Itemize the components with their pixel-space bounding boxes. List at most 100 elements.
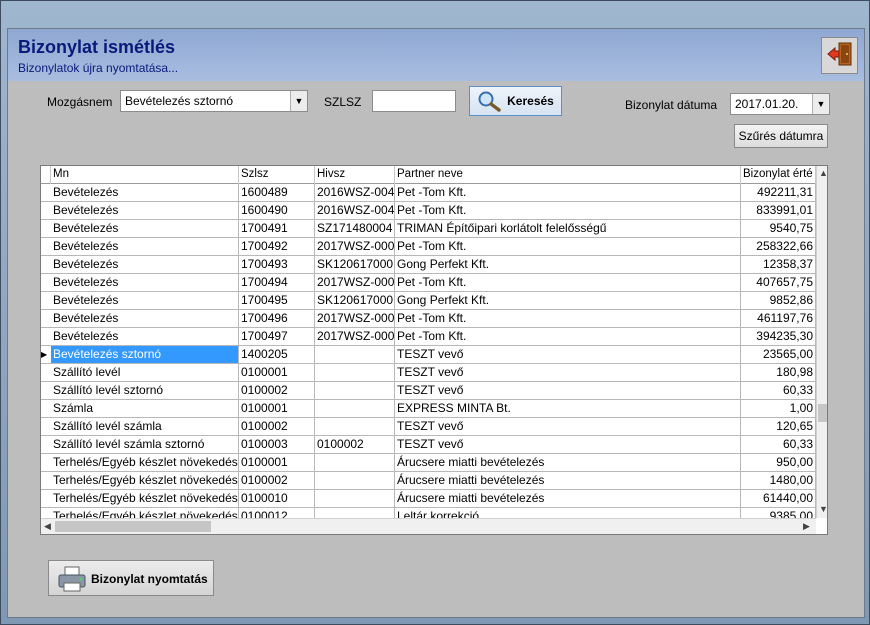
- cell-szlsz[interactable]: 1700495: [239, 292, 315, 309]
- cell-hivsz[interactable]: [315, 508, 395, 518]
- table-row[interactable]: Bevételezés 1600489 2016WSZ-004 Pet -Tom Kf…: [41, 184, 816, 202]
- cell-hivsz[interactable]: 2017WSZ-000: [315, 328, 395, 345]
- table-row[interactable]: Terhelés/Egyéb készlet növekedés 0100012 L…: [41, 508, 816, 518]
- cell-ertek[interactable]: 1480,00: [741, 472, 816, 489]
- cell-hivsz[interactable]: 2017WSZ-000: [315, 310, 395, 327]
- mozgasnem-select[interactable]: Bevételezés sztornó ▼: [120, 90, 308, 112]
- table-row[interactable]: Terhelés/Egyéb készlet növekedés 0100002 Á…: [41, 472, 816, 490]
- horizontal-scroll-thumb[interactable]: [55, 521, 211, 532]
- column-header-ertek[interactable]: Bizonylat érté: [741, 166, 816, 184]
- cell-szlsz[interactable]: 1600490: [239, 202, 315, 219]
- table-row[interactable]: Terhelés/Egyéb készlet növekedés 0100001 Á…: [41, 454, 816, 472]
- scroll-left-icon[interactable]: ◀: [44, 521, 51, 532]
- table-row[interactable]: Bevételezés 1700493 SK120617000 Gong Perfek…: [41, 256, 816, 274]
- print-button[interactable]: Bizonylat nyomtatás: [48, 560, 214, 596]
- cell-szlsz[interactable]: 1700491: [239, 220, 315, 237]
- cell-hivsz[interactable]: [315, 364, 395, 381]
- documents-grid[interactable]: Mn Szlsz Hivsz Partner neve Bizonylat ér…: [40, 165, 828, 535]
- cell-ertek[interactable]: 9540,75: [741, 220, 816, 237]
- cell-ertek[interactable]: 950,00: [741, 454, 816, 471]
- table-row[interactable]: Bevételezés 1700495 SK120617000 Gong Perfek…: [41, 292, 816, 310]
- cell-szlsz[interactable]: 0100001: [239, 400, 315, 417]
- cell-hivsz[interactable]: 2017WSZ-000: [315, 238, 395, 255]
- cell-mn[interactable]: Terhelés/Egyéb készlet növekedés: [51, 454, 239, 471]
- cell-mn[interactable]: Bevételezés: [51, 256, 239, 273]
- cell-szlsz[interactable]: 1700496: [239, 310, 315, 327]
- table-row[interactable]: Bevételezés 1600490 2016WSZ-004 Pet -Tom Kf…: [41, 202, 816, 220]
- cell-partner[interactable]: Pet -Tom Kft.: [395, 310, 741, 327]
- exit-button[interactable]: [821, 37, 858, 74]
- cell-hivsz[interactable]: [315, 454, 395, 471]
- cell-szlsz[interactable]: 0100002: [239, 472, 315, 489]
- cell-partner[interactable]: TESZT vevő: [395, 382, 741, 399]
- cell-partner[interactable]: Leltár korrekció: [395, 508, 741, 518]
- cell-hivsz[interactable]: SK120617000: [315, 256, 395, 273]
- cell-hivsz[interactable]: [315, 418, 395, 435]
- cell-ertek[interactable]: 61440,00: [741, 490, 816, 507]
- cell-partner[interactable]: Pet -Tom Kft.: [395, 328, 741, 345]
- cell-hivsz[interactable]: 2016WSZ-004: [315, 202, 395, 219]
- cell-ertek[interactable]: 120,65: [741, 418, 816, 435]
- column-header-szlsz[interactable]: Szlsz: [239, 166, 315, 184]
- chevron-down-icon[interactable]: ▼: [812, 94, 829, 114]
- cell-mn[interactable]: Bevételezés sztornó: [51, 346, 239, 363]
- cell-mn[interactable]: Bevételezés: [51, 220, 239, 237]
- cell-szlsz[interactable]: 0100001: [239, 454, 315, 471]
- cell-mn[interactable]: Bevételezés: [51, 292, 239, 309]
- cell-mn[interactable]: Bevételezés: [51, 328, 239, 345]
- cell-mn[interactable]: Terhelés/Egyéb készlet növekedés: [51, 490, 239, 507]
- chevron-down-icon[interactable]: ▼: [290, 91, 307, 111]
- cell-szlsz[interactable]: 0100010: [239, 490, 315, 507]
- table-row[interactable]: ▶ Bevételezés sztornó 1400205 TESZT vevő 235…: [41, 346, 816, 364]
- szlsz-input[interactable]: [372, 90, 456, 112]
- cell-mn[interactable]: Bevételezés: [51, 310, 239, 327]
- cell-hivsz[interactable]: [315, 382, 395, 399]
- cell-mn[interactable]: Szállító levél: [51, 364, 239, 381]
- cell-ertek[interactable]: 180,98: [741, 364, 816, 381]
- cell-ertek[interactable]: 407657,75: [741, 274, 816, 291]
- datum-picker[interactable]: 2017.01.20. ▼: [730, 93, 830, 115]
- cell-partner[interactable]: TESZT vevő: [395, 418, 741, 435]
- table-row[interactable]: Bevételezés 1700491 SZ171480004 TRIMAN Épít…: [41, 220, 816, 238]
- cell-partner[interactable]: Pet -Tom Kft.: [395, 184, 741, 201]
- vertical-scroll-thumb[interactable]: [818, 404, 827, 422]
- cell-partner[interactable]: TESZT vevő: [395, 346, 741, 363]
- cell-hivsz[interactable]: 0100002: [315, 436, 395, 453]
- cell-hivsz[interactable]: [315, 472, 395, 489]
- cell-mn[interactable]: Terhelés/Egyéb készlet növekedés: [51, 472, 239, 489]
- column-header-partner[interactable]: Partner neve: [395, 166, 741, 184]
- horizontal-scrollbar[interactable]: ◀ ▶: [41, 518, 816, 534]
- cell-ertek[interactable]: 12358,37: [741, 256, 816, 273]
- cell-ertek[interactable]: 1,00: [741, 400, 816, 417]
- table-row[interactable]: Bevételezés 1700494 2017WSZ-000 Pet -Tom Kf…: [41, 274, 816, 292]
- cell-szlsz[interactable]: 1600489: [239, 184, 315, 201]
- table-row[interactable]: Bevételezés 1700496 2017WSZ-000 Pet -Tom Kf…: [41, 310, 816, 328]
- cell-szlsz[interactable]: 1700493: [239, 256, 315, 273]
- cell-partner[interactable]: Pet -Tom Kft.: [395, 274, 741, 291]
- cell-partner[interactable]: TRIMAN Építőipari korlátolt felelősségű: [395, 220, 741, 237]
- cell-ertek[interactable]: 461197,76: [741, 310, 816, 327]
- table-row[interactable]: Terhelés/Egyéb készlet növekedés 0100010 Á…: [41, 490, 816, 508]
- cell-ertek[interactable]: 394235,30: [741, 328, 816, 345]
- column-header-hivsz[interactable]: Hivsz: [315, 166, 395, 184]
- table-row[interactable]: Bevételezés 1700497 2017WSZ-000 Pet -Tom Kf…: [41, 328, 816, 346]
- cell-mn[interactable]: Szállító levél számla: [51, 418, 239, 435]
- cell-partner[interactable]: Árucsere miatti bevételezés: [395, 490, 741, 507]
- cell-hivsz[interactable]: [315, 400, 395, 417]
- cell-partner[interactable]: Gong Perfekt Kft.: [395, 292, 741, 309]
- cell-szlsz[interactable]: 0100003: [239, 436, 315, 453]
- cell-hivsz[interactable]: [315, 490, 395, 507]
- cell-hivsz[interactable]: SZ171480004: [315, 220, 395, 237]
- cell-hivsz[interactable]: [315, 346, 395, 363]
- scroll-up-icon[interactable]: ▲: [819, 168, 827, 178]
- cell-mn[interactable]: Szállító levél számla sztornó: [51, 436, 239, 453]
- cell-szlsz[interactable]: 1700494: [239, 274, 315, 291]
- cell-partner[interactable]: Árucsere miatti bevételezés: [395, 472, 741, 489]
- table-row[interactable]: Szállító levél 0100001 TESZT vevő 180,98: [41, 364, 816, 382]
- cell-ertek[interactable]: 833991,01: [741, 202, 816, 219]
- cell-mn[interactable]: Bevételezés: [51, 202, 239, 219]
- cell-mn[interactable]: Bevételezés: [51, 274, 239, 291]
- date-filter-button[interactable]: Szűrés dátumra: [734, 124, 828, 148]
- cell-hivsz[interactable]: 2017WSZ-000: [315, 274, 395, 291]
- cell-ertek[interactable]: 9852,86: [741, 292, 816, 309]
